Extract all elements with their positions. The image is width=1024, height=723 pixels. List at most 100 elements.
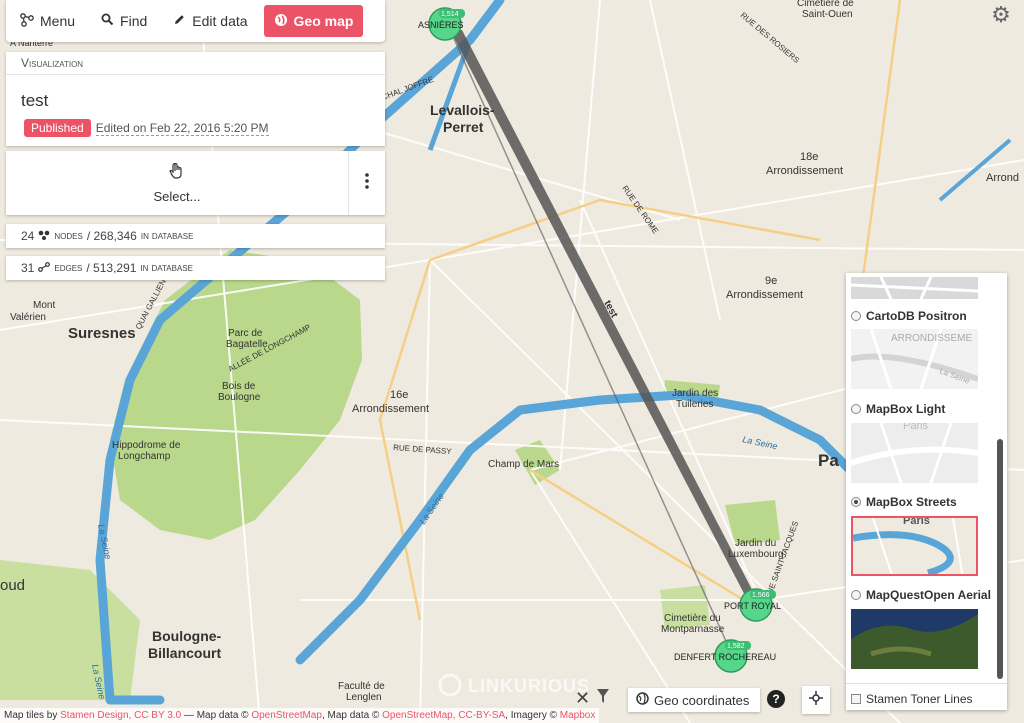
- place-label: 9e: [765, 275, 777, 287]
- layer-option-mapbox-streets[interactable]: MapBox Streets: [851, 495, 957, 509]
- place-label: Champ de Mars: [488, 459, 559, 470]
- layer-option-label: MapBox Light: [866, 402, 946, 416]
- visualization-title[interactable]: test: [6, 75, 385, 111]
- vertical-dots-icon: [365, 172, 369, 194]
- pointer-hand-icon: [169, 162, 185, 183]
- edit-data-label: Edit data: [192, 13, 248, 29]
- place-label: Perret: [443, 119, 484, 135]
- nodes-total: / 268,346: [86, 229, 137, 243]
- node-badge: 1,566: [752, 592, 770, 599]
- layer-thumb-light[interactable]: Paris: [851, 423, 978, 483]
- layer-thumb-streets-selected[interactable]: Paris: [851, 516, 978, 576]
- search-icon: [101, 13, 114, 29]
- stamen-link[interactable]: Stamen Design, CC BY 3.0: [60, 710, 181, 721]
- place-label: Tuileries: [676, 399, 713, 410]
- place-label: Suresnes: [68, 325, 136, 342]
- thumb-label: Paris: [903, 423, 929, 432]
- edges-suffix: in database: [140, 262, 193, 274]
- visualization-heading: Visualization: [6, 52, 385, 75]
- layers-scrollbar[interactable]: [997, 439, 1003, 679]
- place-label: Jardin des: [672, 388, 718, 399]
- nodes-label: nodes: [54, 230, 83, 242]
- radio-button-selected[interactable]: [851, 497, 861, 507]
- bottom-toolbar: ✕: [575, 688, 610, 709]
- gear-icon[interactable]: ⚙: [990, 4, 1012, 26]
- node-label: DENFERT ROCHEREAU: [674, 652, 776, 662]
- place-label: Billancourt: [148, 645, 221, 661]
- select-label: Select...: [153, 189, 201, 204]
- place-label: Valérien: [10, 312, 46, 323]
- place-label: Parc de: [228, 328, 263, 339]
- more-options-button[interactable]: [349, 151, 385, 215]
- osm-link[interactable]: OpenStreetMap: [251, 710, 322, 721]
- place-label: 18e: [800, 151, 818, 163]
- radio-button[interactable]: [851, 311, 861, 321]
- layer-option-mapbox-light[interactable]: MapBox Light: [851, 402, 945, 416]
- node-label: PORT ROYAL: [724, 601, 781, 611]
- overlay-option-label: Stamen Toner Lines: [866, 692, 973, 706]
- layer-thumb-aerial[interactable]: [851, 609, 978, 669]
- select-button[interactable]: Select...: [6, 151, 349, 215]
- help-icon[interactable]: ?: [767, 690, 785, 708]
- place-label: Hippodrome de: [112, 440, 181, 451]
- place-label: Boulogne-: [152, 628, 222, 644]
- layers-panel[interactable]: CartoDB Positron ARRONDISSEME La Seine M…: [846, 273, 1007, 710]
- place-label: Longchamp: [118, 451, 171, 462]
- place-label: Montparnasse: [661, 624, 725, 635]
- attrib-text: — Map data ©: [183, 710, 249, 721]
- locate-button[interactable]: [802, 686, 830, 714]
- layer-thumb-top: [851, 277, 978, 299]
- geo-map-button[interactable]: Geo map: [263, 5, 364, 37]
- thumb-label: ARRONDISSEME: [891, 333, 972, 344]
- place-label: Bois de: [222, 381, 256, 392]
- geo-coordinates-button[interactable]: Geo coordinates: [628, 688, 760, 712]
- attrib-text: Map tiles by: [4, 710, 58, 721]
- pencil-icon: [173, 13, 186, 29]
- nodes-count: 24: [21, 229, 35, 243]
- globe-icon: [636, 692, 649, 708]
- place-label: Arrond: [986, 172, 1019, 184]
- overlay-option-stamen-toner-lines[interactable]: Stamen Toner Lines: [851, 692, 973, 706]
- place-label: Luxembourg: [728, 549, 784, 560]
- edges-icon: [38, 261, 51, 275]
- clear-filter-icon[interactable]: ✕: [575, 688, 590, 709]
- edited-timestamp: Edited on Feb 22, 2016 5:20 PM: [95, 120, 269, 136]
- osm-ccbysa-link[interactable]: OpenStreetMap, CC-BY-SA: [382, 710, 505, 721]
- funnel-filter-icon[interactable]: [596, 688, 610, 709]
- edit-data-button[interactable]: Edit data: [163, 5, 257, 37]
- layer-option-cartodb-positron[interactable]: CartoDB Positron: [851, 309, 967, 323]
- watermark-logo: LINKURIOUS: [468, 676, 590, 696]
- layer-option-label: MapQuestOpen Aerial: [866, 588, 991, 602]
- mapbox-link[interactable]: Mapbox: [560, 710, 596, 721]
- thumb-label: Paris: [903, 516, 930, 527]
- node-badge: 1,514: [441, 11, 459, 18]
- geo-map-label: Geo map: [293, 13, 354, 29]
- find-button[interactable]: Find: [91, 5, 157, 37]
- layer-option-label: MapBox Streets: [866, 495, 957, 509]
- edges-count: 31: [21, 261, 35, 275]
- menu-label: Menu: [40, 13, 76, 29]
- layer-thumb-positron[interactable]: ARRONDISSEME La Seine: [851, 329, 978, 389]
- geo-coordinates-label: Geo coordinates: [654, 692, 750, 708]
- map-attribution: Map tiles by Stamen Design, CC BY 3.0 — …: [0, 708, 600, 723]
- radio-button[interactable]: [851, 404, 861, 414]
- edges-stat: 31 edges / 513,291 in database: [6, 256, 385, 280]
- graph-menu-icon: [20, 12, 34, 30]
- menu-button[interactable]: Menu: [10, 5, 85, 37]
- place-label: Cimetière de: [797, 0, 854, 9]
- nodes-stat: 24 nodes / 268,346 in database: [6, 224, 385, 248]
- place-label: Arrondissement: [726, 289, 803, 301]
- place-label: Faculté de: [338, 681, 385, 692]
- main-toolbar: Menu Find Edit data Geo map: [6, 0, 385, 42]
- node-badge: 1,582: [727, 643, 745, 650]
- place-label: Arrondissement: [766, 165, 843, 177]
- edges-total: / 513,291: [86, 261, 137, 275]
- selection-panel: Select...: [6, 151, 385, 215]
- checkbox[interactable]: [851, 694, 861, 704]
- find-label: Find: [120, 13, 148, 29]
- layer-option-mapquest-aerial[interactable]: MapQuestOpen Aerial: [851, 588, 991, 602]
- place-label: Arrondissement: [352, 403, 429, 415]
- radio-button[interactable]: [851, 590, 861, 600]
- place-label: oud: [0, 577, 25, 594]
- globe-icon: [274, 13, 288, 30]
